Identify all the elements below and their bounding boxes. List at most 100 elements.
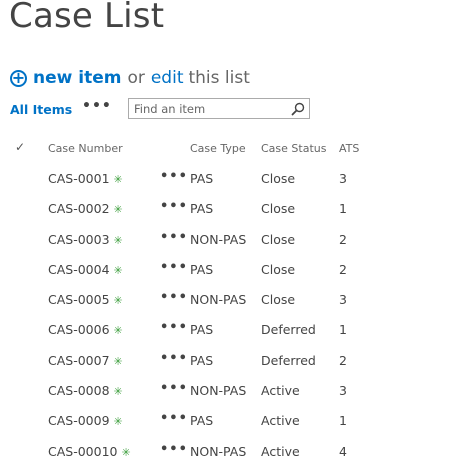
case-number-link[interactable]: CAS-0007 [48, 353, 110, 368]
row-menu-ellipsis-icon[interactable]: ••• [160, 230, 188, 245]
row-menu-ellipsis-icon[interactable]: ••• [160, 199, 188, 214]
new-item-icon: ✳ [113, 233, 123, 247]
case-type-cell: NON-PAS [190, 383, 247, 399]
new-item-link[interactable]: new item [33, 68, 121, 88]
case-type-cell: NON-PAS [190, 231, 247, 247]
new-item-icon: ✳ [113, 385, 123, 399]
row-menu-ellipsis-icon[interactable]: ••• [160, 260, 188, 275]
case-status-cell: Close [261, 261, 296, 277]
case-number-cell[interactable]: CAS-0002 ✳ [48, 201, 123, 216]
ats-cell: 4 [339, 443, 347, 459]
case-status-cell: Close [261, 292, 296, 308]
case-number-cell[interactable]: CAS-0005 ✳ [48, 292, 123, 307]
case-number-link[interactable]: CAS-0005 [48, 292, 110, 307]
new-item-icon: ✳ [113, 415, 123, 429]
case-number-cell[interactable]: CAS-0004 ✳ [48, 262, 123, 277]
case-status-cell: Deferred [261, 352, 316, 368]
table-row[interactable]: CAS-0001 ✳ ••• PAS Close 3 [0, 163, 464, 193]
table-row[interactable]: CAS-0009 ✳ ••• PAS Active 1 [0, 405, 464, 435]
case-number-link[interactable]: CAS-0003 [48, 232, 110, 247]
row-menu-ellipsis-icon[interactable]: ••• [160, 442, 188, 457]
case-number-link[interactable]: CAS-0002 [48, 201, 110, 216]
case-status-cell: Active [261, 383, 300, 399]
new-item-icon: ✳ [113, 263, 123, 277]
case-type-cell: PAS [190, 171, 214, 186]
ats-cell: 1 [339, 201, 347, 217]
case-type-cell: PAS [190, 201, 214, 217]
case-number-cell[interactable]: CAS-00010 ✳ [48, 444, 131, 459]
page-title: Case List [9, 0, 165, 36]
case-type-cell: NON-PAS [190, 292, 247, 308]
case-type-cell: PAS [190, 413, 214, 429]
case-number-cell[interactable]: CAS-0008 ✳ [48, 383, 123, 398]
row-menu-ellipsis-icon[interactable]: ••• [160, 381, 188, 396]
table-body: CAS-0001 ✳ ••• PAS Close 3 CAS-0002 ✳ ••• … [0, 163, 464, 466]
case-number-cell[interactable]: CAS-0006 ✳ [48, 322, 123, 337]
column-header-case-number[interactable]: Case Number [48, 142, 123, 155]
case-status-cell: Deferred [261, 322, 316, 338]
row-menu-ellipsis-icon[interactable]: ••• [160, 411, 188, 426]
case-number-link[interactable]: CAS-0001 [48, 171, 110, 186]
case-number-link[interactable]: CAS-00010 [48, 444, 118, 459]
ats-cell: 3 [339, 292, 347, 308]
case-type-cell: NON-PAS [190, 443, 247, 459]
new-item-icon: ✳ [113, 294, 123, 308]
case-number-cell[interactable]: CAS-0007 ✳ [48, 353, 123, 368]
ats-cell: 3 [339, 171, 347, 186]
row-menu-ellipsis-icon[interactable]: ••• [160, 290, 188, 305]
view-all-items[interactable]: All Items [10, 102, 72, 117]
table-row[interactable]: CAS-0008 ✳ ••• NON-PAS Active 3 [0, 375, 464, 405]
case-number-cell[interactable]: CAS-0001 ✳ [48, 171, 123, 186]
column-header-case-status[interactable]: Case Status [261, 142, 326, 155]
view-toolbar: All Items ••• [10, 98, 460, 122]
row-menu-ellipsis-icon[interactable]: ••• [160, 169, 188, 184]
ats-cell: 2 [339, 231, 347, 247]
case-number-link[interactable]: CAS-0004 [48, 262, 110, 277]
ats-cell: 1 [339, 322, 347, 338]
new-item-icon: ✳ [113, 324, 123, 338]
table-header: ✓ Case Number Case Type Case Status ATS [0, 140, 464, 160]
column-header-ats[interactable]: ATS [339, 142, 359, 155]
table-row[interactable]: CAS-0005 ✳ ••• NON-PAS Close 3 [0, 284, 464, 314]
select-all-checkmark-icon[interactable]: ✓ [15, 140, 25, 154]
table-row[interactable]: CAS-0003 ✳ ••• NON-PAS Close 2 [0, 224, 464, 254]
case-type-cell: PAS [190, 352, 214, 368]
column-header-case-type[interactable]: Case Type [190, 142, 246, 155]
case-number-cell[interactable]: CAS-0009 ✳ [48, 413, 123, 428]
case-type-cell: PAS [190, 322, 214, 338]
case-status-cell: Close [261, 171, 296, 186]
or-text: or [127, 68, 145, 88]
ats-cell: 2 [339, 352, 347, 368]
new-item-icon: ✳ [113, 173, 123, 186]
view-more-ellipsis-icon[interactable]: ••• [82, 98, 112, 114]
case-number-link[interactable]: CAS-0008 [48, 383, 110, 398]
new-item-icon: ✳ [113, 354, 123, 368]
search-input[interactable] [129, 99, 294, 118]
table-row[interactable]: CAS-0004 ✳ ••• PAS Close 2 [0, 254, 464, 284]
this-list-text: this list [188, 68, 250, 88]
search-box [128, 98, 310, 119]
table-row[interactable]: CAS-0002 ✳ ••• PAS Close 1 [0, 193, 464, 223]
table-row[interactable]: CAS-0006 ✳ ••• PAS Deferred 1 [0, 314, 464, 344]
case-type-cell: PAS [190, 261, 214, 277]
ats-cell: 3 [339, 383, 347, 399]
case-status-cell: Close [261, 231, 296, 247]
case-status-cell: Close [261, 201, 296, 217]
ats-cell: 2 [339, 261, 347, 277]
ats-cell: 1 [339, 413, 347, 429]
case-number-link[interactable]: CAS-0009 [48, 413, 110, 428]
case-number-link[interactable]: CAS-0006 [48, 322, 110, 337]
new-item-bar: + new item or edit this list [10, 66, 250, 90]
new-item-icon: ✳ [113, 203, 123, 217]
row-menu-ellipsis-icon[interactable]: ••• [160, 320, 188, 335]
case-number-cell[interactable]: CAS-0003 ✳ [48, 232, 123, 247]
row-menu-ellipsis-icon[interactable]: ••• [160, 351, 188, 366]
table-row[interactable]: CAS-00010 ✳ ••• NON-PAS Active 4 [0, 436, 464, 466]
case-status-cell: Active [261, 413, 300, 429]
new-item-icon: ✳ [121, 445, 131, 459]
case-status-cell: Active [261, 443, 300, 459]
add-circle-icon[interactable]: + [10, 69, 27, 87]
table-row[interactable]: CAS-0007 ✳ ••• PAS Deferred 2 [0, 345, 464, 375]
search-icon[interactable] [291, 102, 305, 116]
edit-link[interactable]: edit [151, 68, 184, 88]
